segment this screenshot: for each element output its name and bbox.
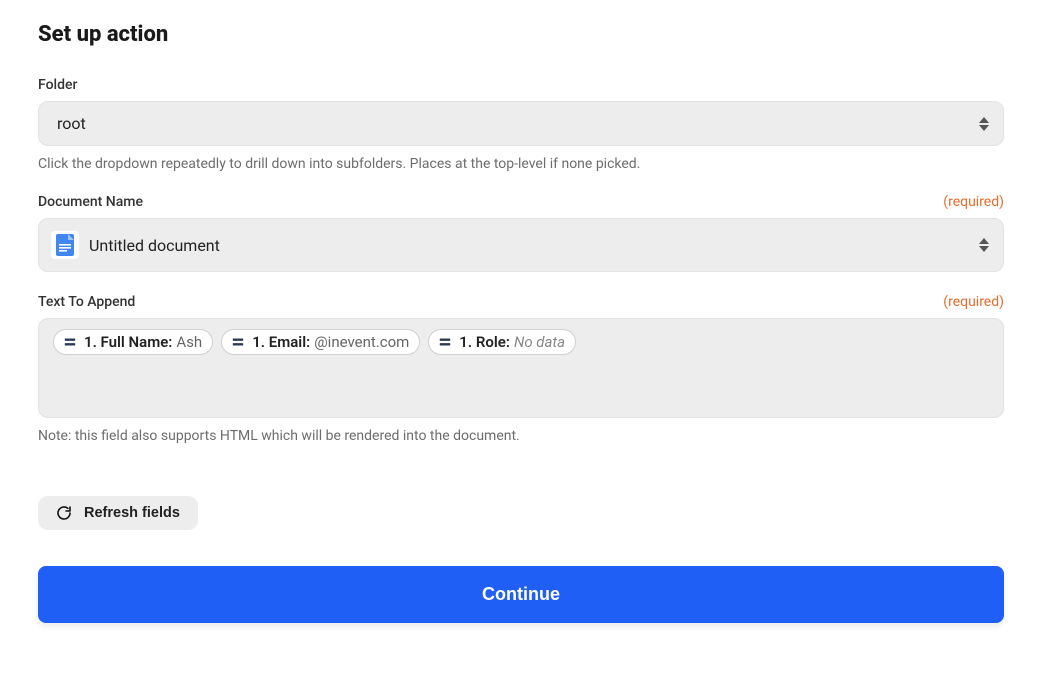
chip-value: @inevent.com (314, 333, 409, 351)
data-chip[interactable]: 1. Full Name: Ash (53, 329, 213, 355)
document-name-group: Document Name (required) Untitled docume… (38, 194, 1004, 272)
refresh-fields-button[interactable]: Refresh fields (38, 496, 198, 530)
chip-prefix: 1. Role: (459, 333, 510, 351)
folder-select[interactable]: root (38, 101, 1004, 146)
text-to-append-group: Text To Append (required) 1. Full Name: … (38, 294, 1004, 444)
folder-help: Click the dropdown repeatedly to drill d… (38, 156, 1004, 172)
document-name-value: Untitled document (89, 236, 220, 255)
continue-button[interactable]: Continue (38, 566, 1004, 623)
document-name-label: Document Name (38, 194, 143, 210)
chip-value: No data (514, 333, 565, 351)
stepper-icon (979, 238, 989, 252)
refresh-icon (56, 505, 72, 521)
document-name-required: (required) (943, 194, 1004, 210)
folder-value: root (57, 114, 86, 133)
chip-prefix: 1. Email: (252, 333, 310, 351)
data-chip[interactable]: 1. Role: No data (428, 329, 576, 355)
folder-group: Folder root Click the dropdown repeatedl… (38, 77, 1004, 172)
source-icon (62, 334, 78, 350)
source-icon (437, 334, 453, 350)
text-to-append-required: (required) (943, 294, 1004, 310)
page-title: Set up action (38, 22, 1004, 47)
text-to-append-input[interactable]: 1. Full Name: Ash1. Email: @inevent.com1… (38, 318, 1004, 418)
google-docs-icon (51, 231, 79, 259)
stepper-icon (979, 117, 989, 131)
chip-prefix: 1. Full Name: (84, 333, 172, 351)
text-to-append-help: Note: this field also supports HTML whic… (38, 428, 1004, 444)
source-icon (230, 334, 246, 350)
document-name-select[interactable]: Untitled document (38, 218, 1004, 272)
text-to-append-label: Text To Append (38, 294, 135, 310)
refresh-fields-label: Refresh fields (84, 505, 180, 521)
data-chip[interactable]: 1. Email: @inevent.com (221, 329, 420, 355)
chip-value: Ash (176, 333, 202, 351)
folder-label: Folder (38, 77, 77, 93)
